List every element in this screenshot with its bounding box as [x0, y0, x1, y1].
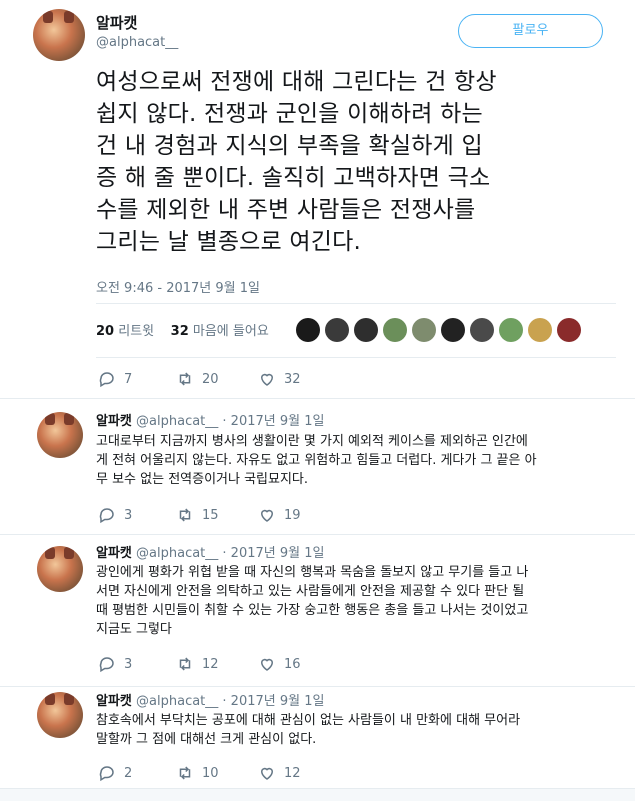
liker-avatar[interactable] [470, 318, 494, 342]
retweet-icon [179, 508, 191, 522]
avatar[interactable] [33, 9, 85, 61]
retweet-count: 20 [202, 371, 219, 387]
reply-header: 알파캣 @alphacat__ · 2017년 9월 1일 [96, 410, 324, 429]
avatar-ear [64, 693, 74, 705]
reply-tweet[interactable]: 알파캣 @alphacat__ · 2017년 9월 1일 광인에게 평화가 위… [0, 534, 635, 686]
avatar-ear [64, 413, 74, 425]
reply-icon [99, 657, 114, 673]
like-count: 19 [284, 507, 301, 523]
reply-tweet[interactable]: 알파캣 @alphacat__ · 2017년 9월 1일 고대로부터 지금까지… [0, 398, 635, 534]
retweet-count: 12 [202, 656, 219, 672]
divider [96, 357, 616, 358]
like-count: 32 [284, 371, 301, 387]
like-action[interactable]: 12 [258, 764, 301, 782]
display-name[interactable]: 알파캣 [96, 694, 132, 709]
reply-count: 3 [124, 656, 133, 672]
heart-icon [260, 509, 274, 522]
like-count: 12 [284, 765, 301, 781]
avatar[interactable] [37, 412, 83, 458]
retweet-action[interactable]: 15 [176, 506, 219, 524]
reply-meta[interactable]: @alphacat__ · 2017년 9월 1일 [136, 414, 324, 429]
liker-avatar[interactable] [412, 318, 436, 342]
liker-avatar[interactable] [383, 318, 407, 342]
avatar-ear [43, 11, 53, 23]
tweet-stats: 20 리트윗 32 마음에 들어요 [96, 320, 269, 339]
tweet-text: 참호속에서 부닥치는 공포에 대해 관심이 없는 사람들이 내 만화에 대해 무… [96, 713, 521, 747]
reply-action[interactable]: 7 [98, 370, 132, 388]
heart-icon [260, 373, 274, 386]
avatar-ear [64, 11, 74, 23]
avatar[interactable] [37, 692, 83, 738]
divider [96, 303, 616, 304]
follow-button[interactable]: 팔로우 [458, 14, 603, 48]
like-action[interactable]: 32 [258, 370, 301, 388]
reply-meta[interactable]: @alphacat__ · 2017년 9월 1일 [136, 694, 324, 709]
reply-icon [99, 372, 114, 388]
tweet-text: 여성으로써 전쟁에 대해 그린다는 건 항상 쉽지 않다. 전쟁과 군인을 이해… [96, 69, 497, 255]
liker-avatar[interactable] [557, 318, 581, 342]
display-name[interactable]: 알파캣 [96, 414, 132, 429]
retweet-action[interactable]: 20 [176, 370, 219, 388]
reply-tweet[interactable]: 알파캣 @alphacat__ · 2017년 9월 1일 참호속에서 부닥치는… [0, 686, 635, 788]
display-name[interactable]: 알파캣 [96, 12, 137, 33]
tweet-text: 고대로부터 지금까지 병사의 생활이란 몇 가지 예외적 케이스를 제외하곤 인… [96, 434, 537, 487]
reply-count: 7 [124, 371, 133, 387]
reply-header: 알파캣 @alphacat__ · 2017년 9월 1일 [96, 542, 324, 561]
bottom-bar [0, 788, 635, 801]
liker-avatar[interactable] [354, 318, 378, 342]
retweet-action[interactable]: 10 [176, 764, 219, 782]
heart-icon [260, 658, 274, 671]
likes-label[interactable]: 마음에 들어요 [193, 324, 269, 339]
liker-avatar[interactable] [499, 318, 523, 342]
avatar-ear [45, 413, 55, 425]
reply-action[interactable]: 3 [98, 655, 132, 673]
heart-icon [260, 767, 274, 780]
like-count: 16 [284, 656, 301, 672]
tweet-text: 광인에게 평화가 위협 받을 때 자신의 행복과 목숨을 돌보지 않고 무기를 … [96, 565, 529, 637]
retweets-count[interactable]: 20 [96, 324, 114, 339]
retweets-label[interactable]: 리트윗 [118, 324, 154, 339]
reply-header: 알파캣 @alphacat__ · 2017년 9월 1일 [96, 690, 324, 709]
reply-action[interactable]: 2 [98, 764, 132, 782]
like-action[interactable]: 19 [258, 506, 301, 524]
reply-icon [99, 766, 114, 782]
liker-avatar[interactable] [325, 318, 349, 342]
main-tweet: 알파캣 @alphacat__ 팔로우 여성으로써 전쟁에 대해 그린다는 건 … [0, 0, 635, 398]
retweet-action[interactable]: 12 [176, 655, 219, 673]
tweet-timestamp[interactable]: 오전 9:46 - 2017년 9월 1일 [96, 277, 260, 296]
display-name[interactable]: 알파캣 [96, 546, 132, 561]
retweet-icon [179, 372, 191, 386]
avatar-ear [45, 693, 55, 705]
retweet-count: 15 [202, 507, 219, 523]
reply-meta[interactable]: @alphacat__ · 2017년 9월 1일 [136, 546, 324, 561]
likes-count[interactable]: 32 [171, 324, 189, 339]
avatar[interactable] [37, 546, 83, 592]
retweet-icon [179, 766, 191, 780]
reply-icon [99, 508, 114, 524]
liker-avatar[interactable] [296, 318, 320, 342]
retweet-count: 10 [202, 765, 219, 781]
avatar-ear [64, 547, 74, 559]
avatar-ear [45, 547, 55, 559]
reply-count: 2 [124, 765, 133, 781]
like-action[interactable]: 16 [258, 655, 301, 673]
reply-action[interactable]: 3 [98, 506, 132, 524]
liker-avatar[interactable] [441, 318, 465, 342]
reply-count: 3 [124, 507, 133, 523]
liker-avatar[interactable] [528, 318, 552, 342]
retweet-icon [179, 657, 191, 671]
user-handle[interactable]: @alphacat__ [96, 35, 178, 50]
